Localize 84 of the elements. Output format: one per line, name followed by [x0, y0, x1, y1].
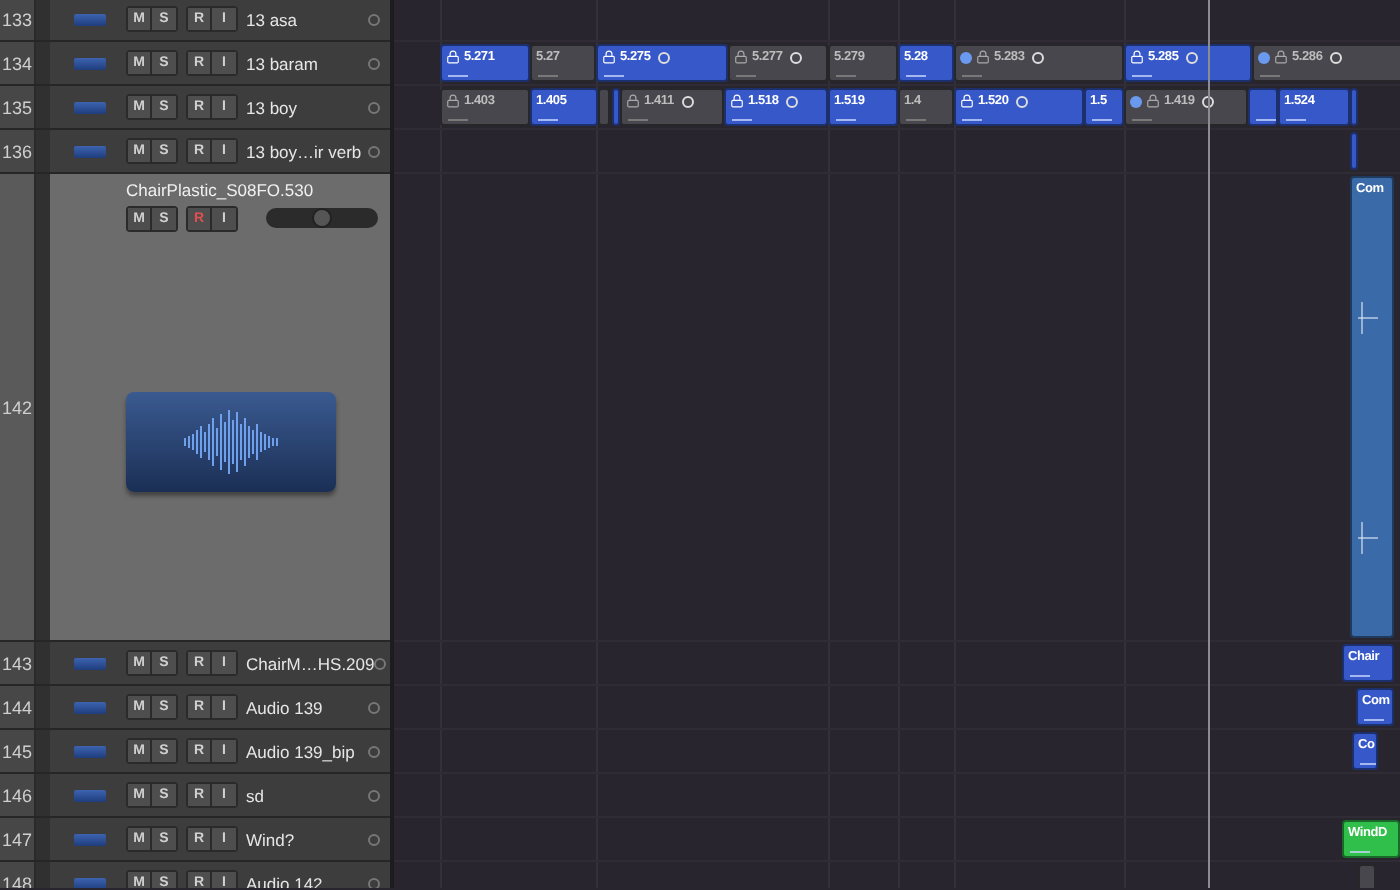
waveform-drawing [538, 116, 558, 124]
circle-icon [1186, 51, 1199, 63]
waveform-drawing [906, 116, 926, 124]
status-icon [368, 145, 380, 157]
waveform-drawing [1364, 716, 1384, 724]
track-number: 145 [0, 730, 36, 772]
track-name: 13 boy [246, 97, 300, 117]
track-icon [74, 13, 106, 25]
lock-icon [960, 94, 974, 108]
track-icon [74, 877, 106, 888]
track-icon [74, 57, 106, 69]
status-icon [374, 657, 387, 669]
status-icon [368, 877, 380, 888]
lock-icon [602, 50, 616, 64]
waveform-drawing [906, 72, 926, 80]
track-icon [74, 745, 106, 757]
track-number: 136 [0, 130, 36, 172]
waveform-drawing [1350, 672, 1370, 680]
track-name: 13 boy…ir verb [246, 141, 364, 161]
status-icon [368, 13, 380, 25]
track-icon [74, 657, 106, 669]
track-icon [74, 833, 106, 845]
status-icon [368, 701, 380, 713]
waveform-icon [126, 392, 336, 492]
waveform-drawing [1360, 760, 1376, 768]
waveform-drawing [836, 72, 856, 80]
waveform-drawing [836, 116, 856, 124]
lock-icon [1274, 50, 1288, 64]
audio-region[interactable] [1248, 88, 1278, 126]
status-icon [368, 789, 380, 801]
volume-slider[interactable] [266, 208, 378, 228]
lock-icon [730, 94, 744, 108]
circle-icon [658, 51, 671, 63]
waveform-drawing [604, 72, 624, 80]
waveform-drawing [1350, 848, 1370, 856]
waveform-drawing [732, 116, 752, 124]
track-name: Audio 139_bip [246, 741, 357, 761]
waveform-drawing [1132, 72, 1152, 80]
lock-icon [976, 50, 990, 64]
track-icon [74, 101, 106, 113]
track-name: ChairPlastic_S08FO.530 [126, 180, 316, 200]
track-number: 144 [0, 686, 36, 728]
lock-icon [446, 50, 460, 64]
lock-icon [626, 94, 640, 108]
lock-icon [446, 94, 460, 108]
status-icon [368, 833, 380, 845]
circle-icon [681, 95, 694, 107]
circle-icon [1016, 95, 1029, 107]
track-name: 13 asa [246, 9, 300, 29]
waveform-drawing [538, 72, 558, 80]
track-number: 143 [0, 642, 36, 684]
waveform-drawing [962, 116, 982, 124]
slider-knob[interactable] [312, 208, 332, 228]
track-icon [74, 789, 106, 801]
status-icon [368, 101, 380, 113]
lock-icon [734, 50, 748, 64]
lock-icon [1130, 50, 1144, 64]
waveform-drawing [448, 116, 468, 124]
circle-icon [786, 95, 799, 107]
track-name: ChairM…HS.209 [246, 653, 375, 673]
waveform-drawing [736, 72, 756, 80]
waveform-drawing [962, 72, 982, 80]
circle-icon [1032, 51, 1045, 63]
lock-icon [1146, 94, 1160, 108]
status-icon [368, 57, 380, 69]
track-number: 146 [0, 774, 36, 816]
track-name: sd [246, 785, 266, 805]
track-number: 133 [0, 0, 36, 40]
track-name: Audio 139 [246, 697, 325, 717]
waveform-drawing [1260, 72, 1280, 80]
track-name: Wind? [246, 829, 297, 849]
track-number: 135 [0, 86, 36, 128]
circle-icon [790, 51, 803, 63]
status-icon [368, 745, 380, 757]
circle-icon [1330, 51, 1343, 63]
circle-icon [1202, 95, 1215, 107]
waveform-drawing [448, 72, 468, 80]
track-number: 134 [0, 42, 36, 84]
track-number: 142 [0, 174, 36, 640]
track-icon [74, 701, 106, 713]
track-icon [74, 145, 106, 157]
waveform-drawing [628, 116, 648, 124]
track-number: 147 [0, 818, 36, 860]
track-name: 13 baram [246, 53, 320, 73]
